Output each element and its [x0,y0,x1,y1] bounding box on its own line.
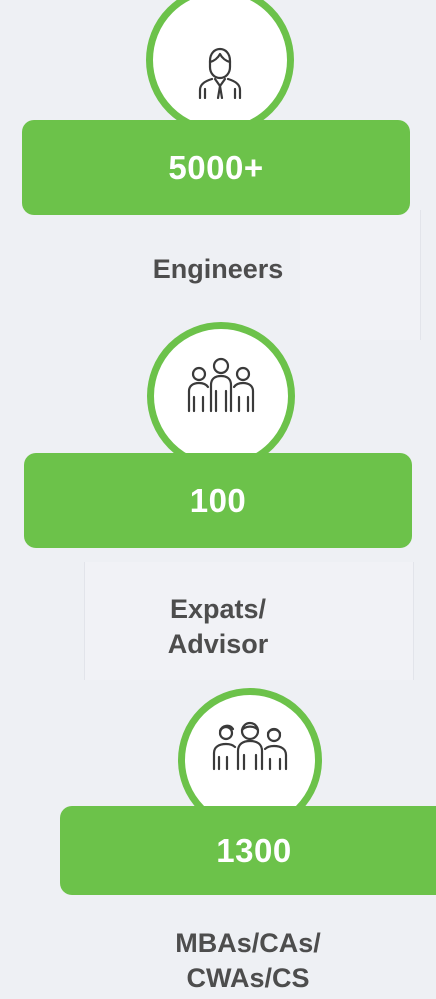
engineers-label-line-1: Engineers [152,254,284,284]
mbas-value: 1300 [216,831,292,869]
team-group-icon [185,357,257,413]
expats-label: Expats/ Advisor [80,592,356,662]
mbas-label-line-2: CWAs/CS [186,963,310,993]
engineers-icon-circle [146,0,294,134]
engineers-count-bar: 5000+ [22,120,410,215]
expats-icon-circle [147,322,295,470]
engineers-label: Engineers [80,252,356,287]
expats-value: 100 [189,481,247,519]
family-group-icon [210,721,290,771]
mbas-label: MBAs/CAs/ CWAs/CS [110,926,386,996]
mbas-count-bar: 1300 [60,806,436,895]
professional-person-icon [196,45,244,99]
engineers-value: 5000+ [168,148,264,186]
expats-label-line-2: Advisor [167,629,269,659]
expats-count-bar: 100 [24,453,412,548]
expats-label-line-1: Expats/ [169,594,267,624]
mbas-label-line-1: MBAs/CAs/ [175,928,321,958]
